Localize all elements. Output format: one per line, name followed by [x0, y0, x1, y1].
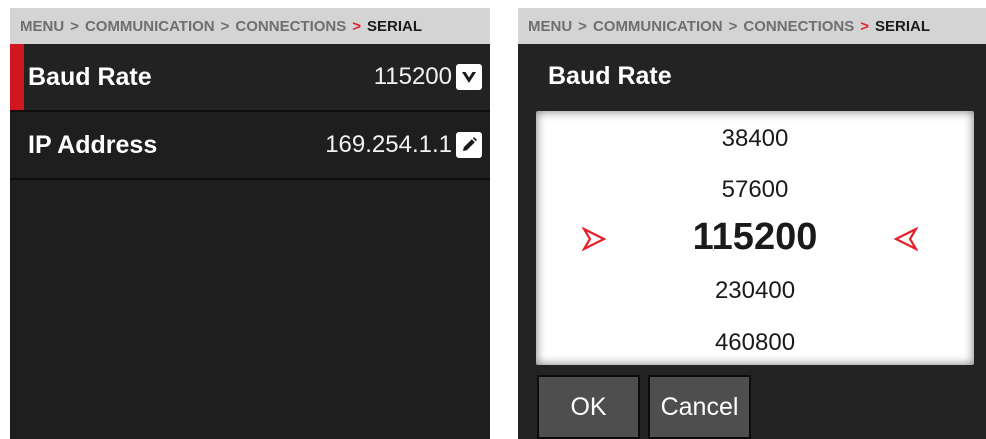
selection-arrow-left-icon — [582, 227, 606, 251]
picker-option[interactable]: 38400 — [536, 125, 974, 153]
selection-arrow-right-icon — [894, 227, 918, 251]
breadcrumb-item-connections[interactable]: CONNECTIONS — [743, 18, 854, 35]
breadcrumb-item-menu[interactable]: MENU — [20, 18, 64, 35]
breadcrumb: MENU > COMMUNICATION > CONNECTIONS > SER… — [518, 8, 986, 44]
breadcrumb-separator-active: > — [352, 17, 362, 35]
picker-option[interactable]: 230400 — [536, 277, 974, 305]
picker-option[interactable]: 460800 — [536, 329, 974, 357]
pencil-icon[interactable] — [456, 132, 482, 158]
breadcrumb: MENU > COMMUNICATION > CONNECTIONS > SER… — [10, 8, 490, 44]
breadcrumb-separator: > — [70, 17, 79, 35]
baud-rate-picker[interactable]: 38400 57600 115200 230400 460800 — [536, 111, 974, 365]
baud-rate-value: 115200 — [373, 63, 452, 90]
breadcrumb-item-communication[interactable]: COMMUNICATION — [593, 18, 723, 35]
menu-row-ip-address[interactable]: IP Address 169.254.1.1 — [10, 112, 490, 180]
breadcrumb-separator: > — [220, 17, 230, 35]
chevron-down-icon[interactable] — [456, 64, 482, 90]
cancel-button[interactable]: Cancel — [648, 375, 751, 439]
serial-menu-panel: MENU > COMMUNICATION > CONNECTIONS > SER… — [10, 8, 490, 439]
breadcrumb-separator-active: > — [860, 17, 870, 35]
breadcrumb-item-menu[interactable]: MENU — [528, 18, 572, 35]
breadcrumb-item-communication[interactable]: COMMUNICATION — [85, 18, 215, 35]
baud-rate-label: Baud Rate — [28, 62, 152, 91]
selection-indicator — [10, 44, 24, 110]
ip-address-label: IP Address — [28, 130, 158, 159]
dialog-title: Baud Rate — [548, 62, 672, 90]
breadcrumb-item-serial: SERIAL — [367, 17, 423, 35]
breadcrumb-item-serial: SERIAL — [875, 17, 931, 35]
breadcrumb-item-connections[interactable]: CONNECTIONS — [235, 18, 346, 35]
ip-address-value: 169.254.1.1 — [325, 131, 452, 158]
menu-row-baud-rate[interactable]: Baud Rate 115200 — [10, 44, 490, 112]
picker-option[interactable]: 57600 — [536, 176, 974, 204]
breadcrumb-separator: > — [578, 17, 587, 35]
ok-button[interactable]: OK — [537, 375, 640, 439]
baud-rate-dialog: MENU > COMMUNICATION > CONNECTIONS > SER… — [518, 8, 986, 439]
breadcrumb-separator: > — [728, 17, 738, 35]
